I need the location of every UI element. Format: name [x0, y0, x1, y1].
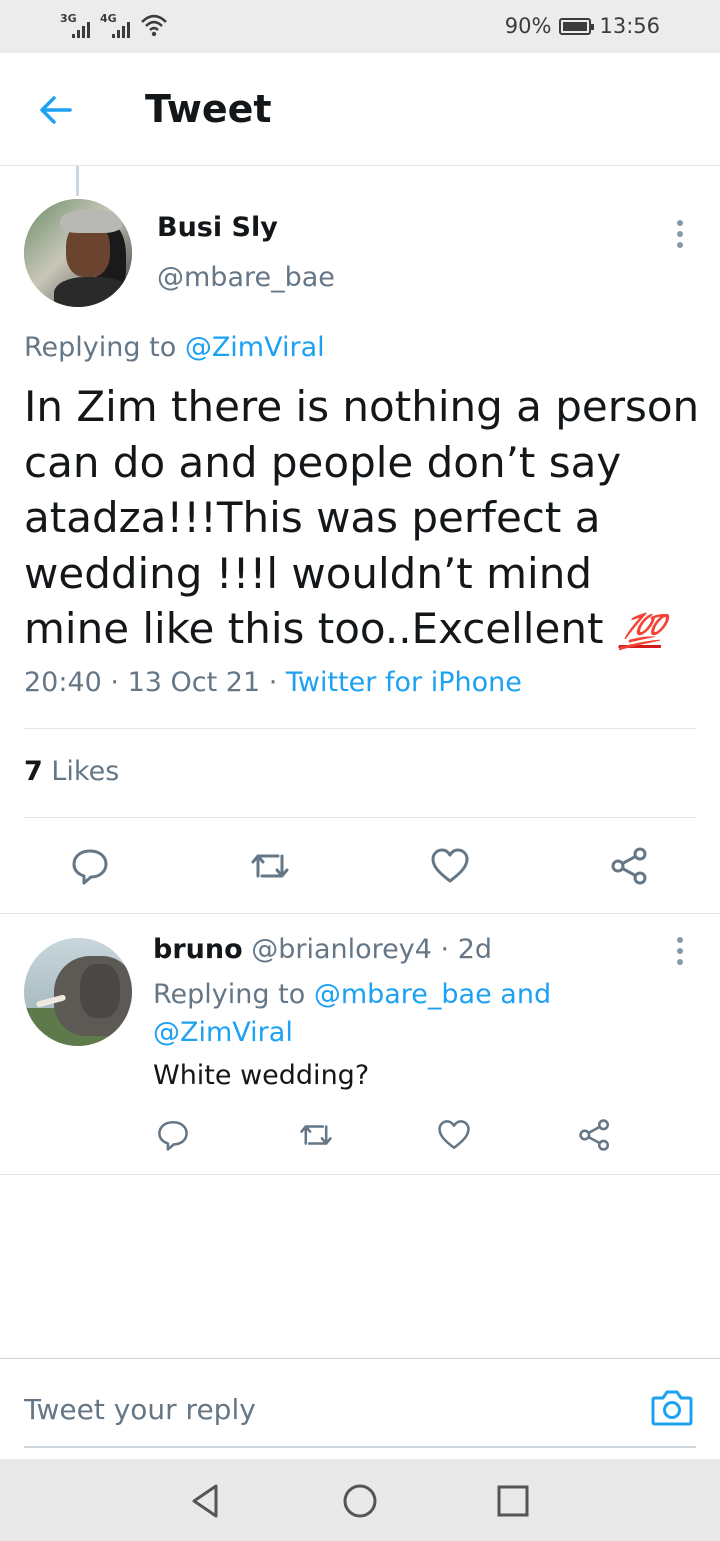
meta-separator: · [268, 667, 286, 698]
meta-separator: · [110, 667, 128, 698]
share-icon[interactable] [610, 846, 650, 886]
reply-author-name[interactable]: bruno [153, 934, 243, 965]
replying-prefix: Replying to [24, 332, 185, 363]
divider [24, 817, 696, 818]
clock: 13:56 [599, 14, 660, 38]
divider [24, 728, 696, 729]
page-title: Tweet [145, 87, 272, 131]
nav-recents-icon[interactable] [493, 1481, 533, 1521]
avatar[interactable] [24, 199, 132, 307]
reply-author-handle[interactable]: @brianlorey4 [251, 934, 432, 965]
input-underline [24, 1446, 696, 1448]
divider [0, 1174, 720, 1175]
likes-count[interactable]: 7 Likes [24, 756, 119, 787]
author-handle[interactable]: @mbare_bae [157, 262, 335, 293]
tweet-source-link[interactable]: Twitter for iPhone [286, 667, 522, 698]
thread-connector-line [76, 166, 79, 196]
status-right: 90% 13:56 [505, 14, 660, 38]
more-options-icon[interactable] [675, 937, 685, 971]
tweet-meta: 20:40 · 13 Oct 21 · Twitter for iPhone [24, 667, 522, 698]
tweet-time: 20:40 [24, 667, 102, 698]
system-nav-bar [0, 1459, 720, 1541]
divider [0, 913, 720, 914]
reply-header: bruno @brianlorey4 · 2d [153, 934, 492, 965]
meta-separator: · [440, 934, 458, 965]
reply-icon[interactable] [70, 846, 110, 886]
replying-to-link[interactable]: @ZimViral [153, 1017, 293, 1048]
nav-back-icon[interactable] [186, 1481, 226, 1521]
reply-icon[interactable] [156, 1118, 190, 1152]
status-bar: 3G 4G 90% 13:56 [0, 0, 720, 53]
tweet-text: In Zim there is nothing a person can do … [24, 379, 704, 661]
reply-input[interactable]: Tweet your reply [24, 1393, 256, 1426]
reply-text: White wedding? [153, 1060, 370, 1091]
hundred-points-emoji: 💯 [617, 612, 667, 652]
reply-composer: Tweet your reply [0, 1358, 720, 1459]
reply-age: 2d [457, 934, 493, 965]
retweet-icon[interactable] [297, 1118, 335, 1152]
replying-to-link[interactable]: @ZimViral [185, 332, 325, 363]
replying-prefix: Replying to [153, 979, 314, 1010]
wifi-icon [141, 14, 167, 37]
likes-label: Likes [51, 756, 120, 787]
reply-replying-to: Replying to @mbare_bae and @ZimViral [153, 976, 673, 1052]
nav-home-icon[interactable] [340, 1481, 380, 1521]
replying-to: Replying to @ZimViral [24, 332, 325, 363]
share-icon[interactable] [578, 1118, 612, 1152]
replying-to-and: and [491, 979, 552, 1010]
replying-to-link[interactable]: @mbare_bae [314, 979, 492, 1010]
battery-percent: 90% [504, 14, 552, 38]
like-heart-icon[interactable] [437, 1118, 471, 1152]
tweet-detail-screen: 3G 4G 90% 13:56 Tweet Busi Sly @mbare_ba… [0, 0, 720, 1541]
top-app-bar: Tweet [0, 53, 720, 166]
tweet-body: In Zim there is nothing a person can do … [24, 382, 700, 653]
more-options-icon[interactable] [675, 220, 685, 254]
likes-number: 7 [24, 756, 43, 787]
camera-icon[interactable] [650, 1387, 694, 1427]
back-arrow-icon[interactable] [34, 88, 78, 132]
retweet-icon[interactable] [248, 846, 292, 886]
author-name[interactable]: Busi Sly [157, 212, 278, 243]
like-heart-icon[interactable] [430, 846, 470, 886]
battery-icon [559, 17, 595, 35]
tweet-date: 13 Oct 21 [127, 667, 261, 698]
reply-avatar[interactable] [24, 938, 132, 1046]
